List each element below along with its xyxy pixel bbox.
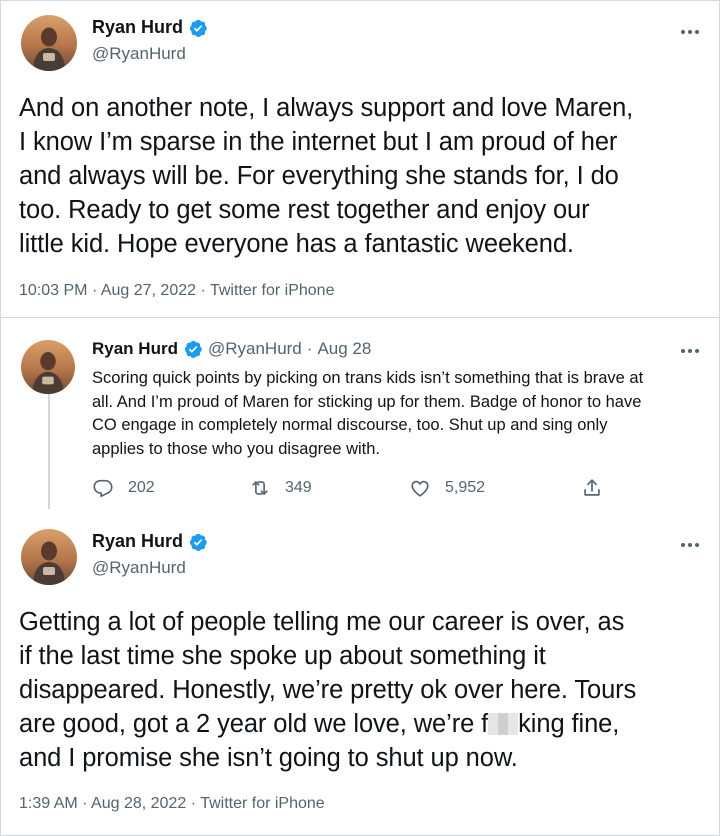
- tweet-text-line: applies to those who you disagree with.: [92, 439, 381, 458]
- like-button[interactable]: 5,952: [409, 476, 485, 500]
- share-icon: [584, 479, 600, 496]
- retweet-button[interactable]: 349: [249, 476, 312, 500]
- tweet-text-line: are good, got a 2 year old we love, we’r…: [19, 707, 709, 741]
- meta-separator: ·: [200, 282, 206, 299]
- tweet-text-line: and always will be. For everything she s…: [19, 162, 619, 190]
- author-name[interactable]: Ryan Hurd: [92, 531, 183, 552]
- avatar[interactable]: [21, 529, 77, 585]
- more-options-icon[interactable]: [677, 343, 703, 359]
- author-name[interactable]: Ryan Hurd: [92, 339, 178, 359]
- tweet-time[interactable]: 10:03 PM: [19, 282, 87, 299]
- meta-separator: ·: [190, 795, 197, 812]
- like-count: 5,952: [445, 479, 486, 496]
- retweet-icon: [252, 481, 268, 495]
- divider: [1, 317, 719, 318]
- avatar[interactable]: [21, 15, 77, 71]
- verified-badge-icon: [183, 339, 203, 359]
- tweet-text: And on another note, I always support an…: [19, 91, 709, 261]
- tweet-source[interactable]: Twitter for iPhone: [200, 795, 325, 812]
- author-handle[interactable]: @RyanHurd: [92, 558, 186, 578]
- tweet-date[interactable]: Aug 28: [317, 339, 371, 359]
- tweet-text-line: and I promise she isn’t going to shut up…: [19, 744, 518, 772]
- author-name-row[interactable]: Ryan Hurd: [92, 531, 208, 552]
- tweet-text-line: little kid. Hope everyone has a fantasti…: [19, 230, 574, 258]
- meta-separator: ·: [82, 795, 88, 812]
- retweet-count: 349: [285, 479, 312, 496]
- tweet-date[interactable]: Aug 28, 2022: [91, 795, 186, 812]
- tweet-time[interactable]: 1:39 AM: [19, 795, 78, 812]
- more-options-icon[interactable]: [677, 24, 703, 40]
- avatar-photo: [21, 529, 77, 585]
- author-handle[interactable]: @RyanHurd: [92, 44, 186, 64]
- reply-button[interactable]: 202: [92, 476, 155, 500]
- tweet-meta: 10:03 PM · Aug 27, 2022 · Twitter for iP…: [19, 282, 334, 300]
- avatar-photo: [21, 15, 77, 71]
- like-icon: [411, 480, 429, 497]
- tweet-text-line: Scoring quick points by picking on trans…: [92, 369, 644, 387]
- tweet-text-line: disappeared. Honestly, we’re pretty ok o…: [19, 676, 637, 704]
- censor-blur: [488, 713, 519, 735]
- tweet-text-fragment: king fine,: [518, 710, 620, 738]
- author-handle[interactable]: @RyanHurd: [208, 339, 302, 359]
- tweet-text-line: And on another note, I always support an…: [19, 94, 634, 122]
- author-name-row[interactable]: Ryan Hurd: [92, 17, 208, 38]
- tweet-text-line: all. And I’m proud of Maren for sticking…: [92, 392, 642, 411]
- verified-badge-icon: [188, 18, 208, 38]
- more-options-icon[interactable]: [677, 537, 703, 553]
- tweet-text-line: Getting a lot of people telling me our c…: [19, 608, 625, 636]
- author-name-row[interactable]: Ryan Hurd @RyanHurd · Aug 28: [92, 339, 371, 359]
- tweet-text-line: too. Ready to get some rest together and…: [19, 196, 590, 224]
- tweet-text-line: I know I’m sparse in the internet but I …: [19, 128, 618, 156]
- tweet-text-line: CO engage in completely normal discourse…: [92, 416, 608, 434]
- tweet-source[interactable]: Twitter for iPhone: [210, 282, 335, 299]
- avatar[interactable]: [21, 340, 75, 394]
- meta-separator: ·: [306, 339, 313, 358]
- tweet-text-fragment: are good, got a 2 year old we love, we’r…: [19, 710, 489, 738]
- verified-badge-icon: [188, 532, 208, 552]
- avatar-photo: [21, 340, 75, 394]
- share-button[interactable]: [581, 476, 603, 500]
- tweet-text-line: if the last time she spoke up about some…: [19, 642, 546, 670]
- thread-connector-line: [48, 394, 50, 509]
- reply-icon: [93, 479, 113, 498]
- author-name[interactable]: Ryan Hurd: [92, 17, 183, 38]
- tweet-text: Getting a lot of people telling me our c…: [19, 605, 709, 775]
- tweet-date[interactable]: Aug 27, 2022: [101, 282, 196, 299]
- tweet-text: Scoring quick points by picking on trans…: [92, 367, 712, 461]
- tweet-meta: 1:39 AM · Aug 28, 2022 · Twitter for iPh…: [19, 795, 325, 813]
- meta-separator: ·: [91, 282, 98, 299]
- reply-count: 202: [128, 479, 155, 496]
